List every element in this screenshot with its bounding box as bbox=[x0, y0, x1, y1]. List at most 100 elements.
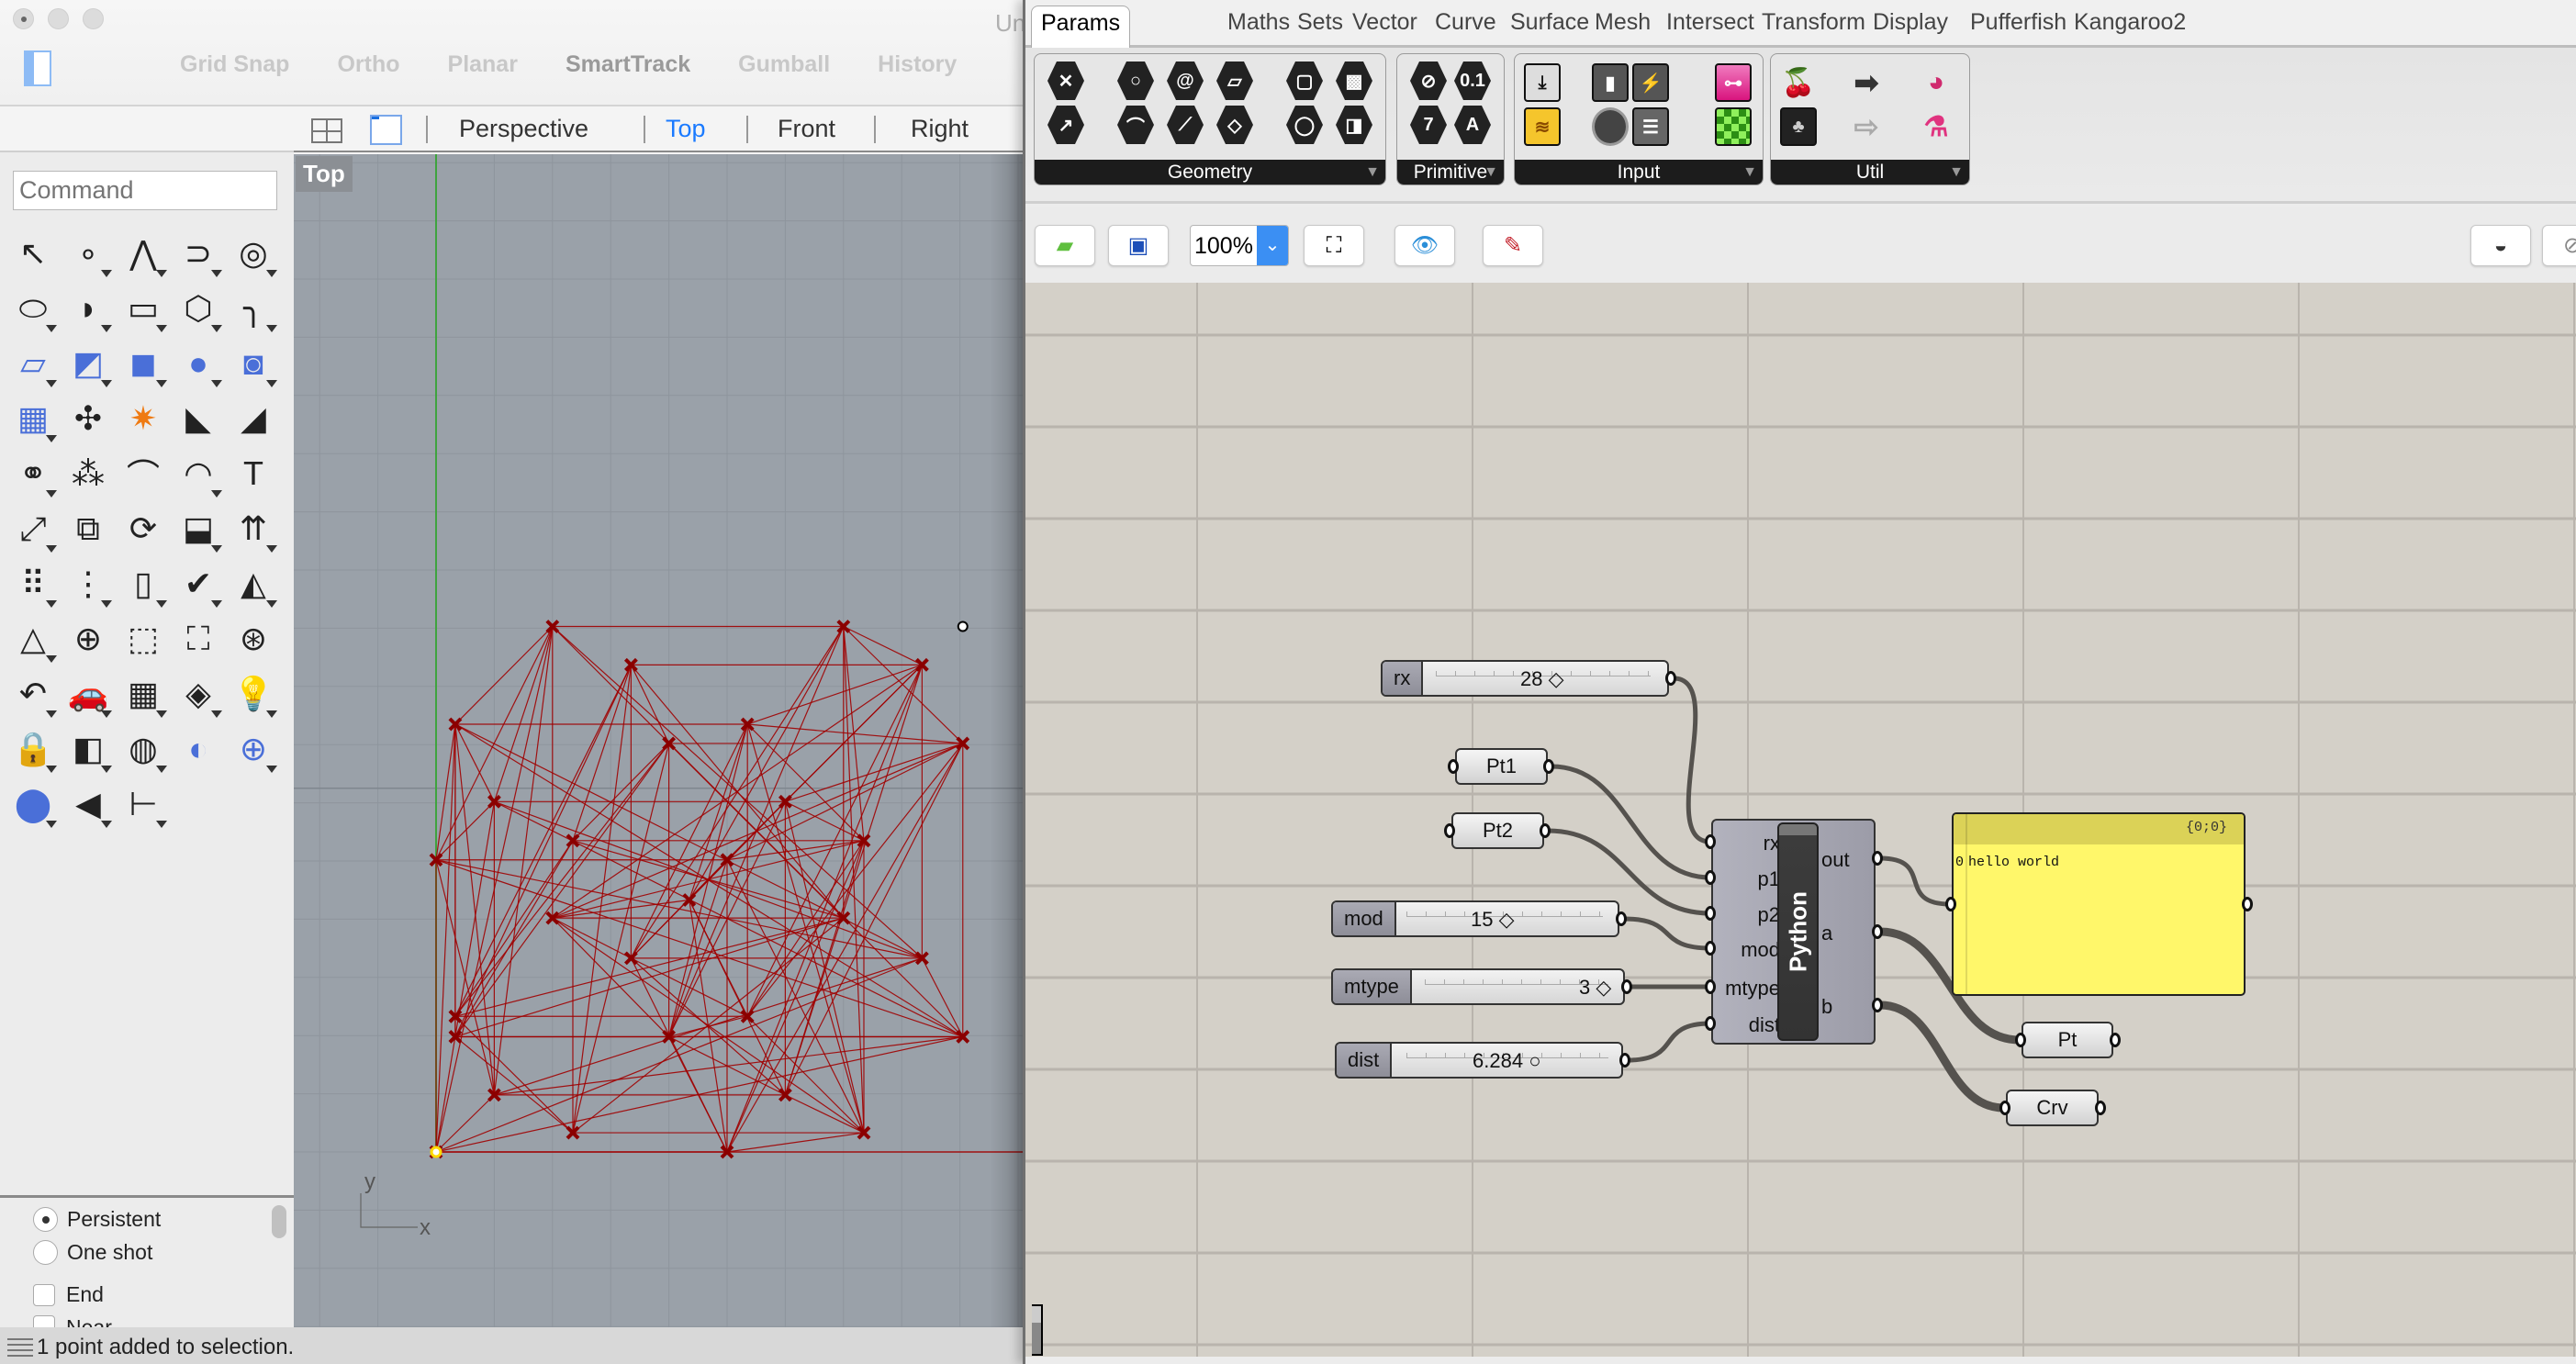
tool-rotate[interactable]: ⟳ bbox=[116, 501, 171, 556]
tab-mesh[interactable]: Mesh bbox=[1595, 9, 1651, 36]
flyout-arrow-icon[interactable] bbox=[101, 270, 112, 277]
flyout-arrow-icon[interactable] bbox=[46, 545, 57, 553]
tool-layers[interactable]: ◧ bbox=[61, 721, 116, 777]
toggle-icon[interactable]: ▮ bbox=[1592, 63, 1629, 102]
flyout-arrow-icon[interactable] bbox=[101, 710, 112, 718]
tab-kangaroo2[interactable]: Kangaroo2 bbox=[2074, 9, 2186, 36]
group-label[interactable]: Primitive ▼ bbox=[1397, 160, 1504, 184]
flyout-arrow-icon[interactable] bbox=[211, 600, 222, 608]
input-grip[interactable] bbox=[1705, 941, 1716, 956]
tab-transform[interactable]: Transform bbox=[1762, 9, 1865, 36]
tool-project-to-cplane[interactable]: ⇈ bbox=[226, 501, 281, 556]
tool-rectangle[interactable]: ▭ bbox=[116, 281, 171, 336]
preview-mode-button[interactable]: ◒ bbox=[2470, 225, 2531, 266]
dist-slider[interactable]: dist 6.284 ○ bbox=[1335, 1042, 1623, 1079]
chevron-down-icon[interactable]: ⌄ bbox=[1257, 226, 1288, 265]
tool-zoom-selected[interactable]: ⊛ bbox=[226, 611, 281, 666]
zoom-window-button[interactable] bbox=[83, 8, 104, 29]
tool-layout[interactable]: ◈ bbox=[171, 666, 226, 721]
flyout-arrow-icon[interactable] bbox=[156, 270, 167, 277]
output-grip[interactable] bbox=[2095, 1101, 2106, 1115]
tool-bend[interactable]: ▯ bbox=[116, 556, 171, 611]
flyout-arrow-icon[interactable] bbox=[156, 766, 167, 773]
expand-arrow-icon[interactable]: ▼ bbox=[1949, 160, 1964, 184]
output-grip[interactable] bbox=[1621, 979, 1632, 994]
save-file-button[interactable]: ▣ bbox=[1108, 225, 1169, 266]
tool-array[interactable]: ⠿ bbox=[6, 556, 61, 611]
relay-outline-icon[interactable]: ⇨ bbox=[1848, 107, 1885, 146]
flyout-arrow-icon[interactable] bbox=[211, 325, 222, 332]
input-grip[interactable] bbox=[1705, 834, 1716, 849]
output-out[interactable]: out bbox=[1821, 848, 1850, 872]
tool-join[interactable]: ✣ bbox=[61, 391, 116, 446]
zoom-level-select[interactable]: 100% ⌄ bbox=[1190, 225, 1289, 266]
input-grip[interactable] bbox=[1705, 1016, 1716, 1031]
tree-icon[interactable]: ♣ bbox=[1780, 107, 1817, 146]
tab-params[interactable]: Params bbox=[1031, 6, 1131, 50]
flyout-arrow-icon[interactable] bbox=[266, 325, 277, 332]
tab-front[interactable]: Front bbox=[778, 115, 835, 143]
slider-handle-icon[interactable]: ○ bbox=[1529, 1049, 1540, 1072]
viewport-canvas[interactable]: yx bbox=[294, 154, 1026, 1327]
tool-trim[interactable]: ◣ bbox=[171, 391, 226, 446]
zoom-extents-button[interactable]: ⛶ bbox=[1304, 225, 1364, 266]
flyout-arrow-icon[interactable] bbox=[101, 821, 112, 828]
flask-icon[interactable]: ⚗ bbox=[1918, 107, 1954, 146]
radio-dot[interactable] bbox=[33, 1207, 58, 1232]
flyout-arrow-icon[interactable] bbox=[101, 380, 112, 387]
group-label[interactable]: Util ▼ bbox=[1771, 160, 1969, 184]
flyout-arrow-icon[interactable] bbox=[211, 710, 222, 718]
flyout-arrow-icon[interactable] bbox=[46, 655, 57, 663]
tool-split[interactable]: ◢ bbox=[226, 391, 281, 446]
output-grip[interactable] bbox=[1872, 924, 1883, 939]
pt-param[interactable]: Pt bbox=[2022, 1022, 2113, 1058]
mode-smarttrack[interactable]: SmartTrack bbox=[566, 51, 690, 78]
close-window-button[interactable] bbox=[13, 8, 34, 29]
output-grip[interactable] bbox=[1619, 1053, 1630, 1068]
flyout-arrow-icon[interactable] bbox=[156, 821, 167, 828]
tool-move[interactable]: ⤢ bbox=[6, 501, 61, 556]
curve-icon[interactable]: @ bbox=[1167, 61, 1204, 100]
tool-circle[interactable]: ◎ bbox=[226, 226, 281, 281]
brep-icon[interactable]: ▢ bbox=[1286, 61, 1323, 100]
input-grip[interactable] bbox=[1444, 823, 1455, 838]
tool-group[interactable]: ⁂ bbox=[61, 446, 116, 501]
cherry-picker-icon[interactable]: 🍒 bbox=[1780, 63, 1817, 102]
osnap-persistent-radio[interactable]: Persistent bbox=[33, 1207, 161, 1232]
flyout-arrow-icon[interactable] bbox=[101, 600, 112, 608]
output-grip[interactable] bbox=[1872, 851, 1883, 866]
dial-icon[interactable] bbox=[1592, 107, 1629, 146]
tool-render-sphere[interactable]: ◐ bbox=[171, 721, 226, 777]
pt2-param[interactable]: Pt2 bbox=[1451, 812, 1544, 849]
input-mtype[interactable]: mtype bbox=[1725, 977, 1780, 1001]
mode-planar[interactable]: Planar bbox=[448, 51, 518, 78]
output-b[interactable]: b bbox=[1821, 995, 1832, 1019]
integer-icon[interactable]: 7 bbox=[1410, 106, 1447, 144]
input-grip[interactable] bbox=[1705, 906, 1716, 921]
number-icon[interactable]: 0.1 bbox=[1454, 61, 1491, 100]
tab-maths[interactable]: Maths bbox=[1227, 9, 1290, 36]
tab-vector[interactable]: Vector bbox=[1352, 9, 1417, 36]
tool-solids[interactable]: ◭ bbox=[226, 556, 281, 611]
tool-explode[interactable]: ✷ bbox=[116, 391, 171, 446]
flyout-arrow-icon[interactable] bbox=[266, 545, 277, 553]
crv-param[interactable]: Crv bbox=[2006, 1090, 2099, 1126]
tool-curve[interactable]: ⊃ bbox=[171, 226, 226, 281]
mode-ortho[interactable]: Ortho bbox=[337, 51, 399, 78]
tool-polygon[interactable]: ⬡ bbox=[171, 281, 226, 336]
expand-arrow-icon[interactable]: ▼ bbox=[1742, 160, 1757, 184]
flyout-arrow-icon[interactable] bbox=[266, 766, 277, 773]
flyout-arrow-icon[interactable] bbox=[46, 710, 57, 718]
tool-box[interactable]: ◼ bbox=[116, 336, 171, 391]
command-history-icon[interactable] bbox=[7, 1338, 33, 1358]
flyout-arrow-icon[interactable] bbox=[211, 490, 222, 498]
tool-light[interactable]: 💡 bbox=[226, 666, 281, 721]
mesh-face-icon[interactable]: ◨ bbox=[1336, 106, 1372, 144]
osnap-end-checkbox[interactable]: End bbox=[33, 1282, 104, 1307]
command-input[interactable] bbox=[13, 171, 277, 210]
preview-button[interactable]: 👁 bbox=[1394, 225, 1455, 266]
text-panel[interactable]: {0;0} 0 hello world bbox=[1952, 812, 2246, 996]
tool-offset-dotted[interactable]: ◠ bbox=[171, 446, 226, 501]
flyout-arrow-icon[interactable] bbox=[211, 270, 222, 277]
gradient-icon[interactable]: ⊶ bbox=[1715, 63, 1752, 102]
